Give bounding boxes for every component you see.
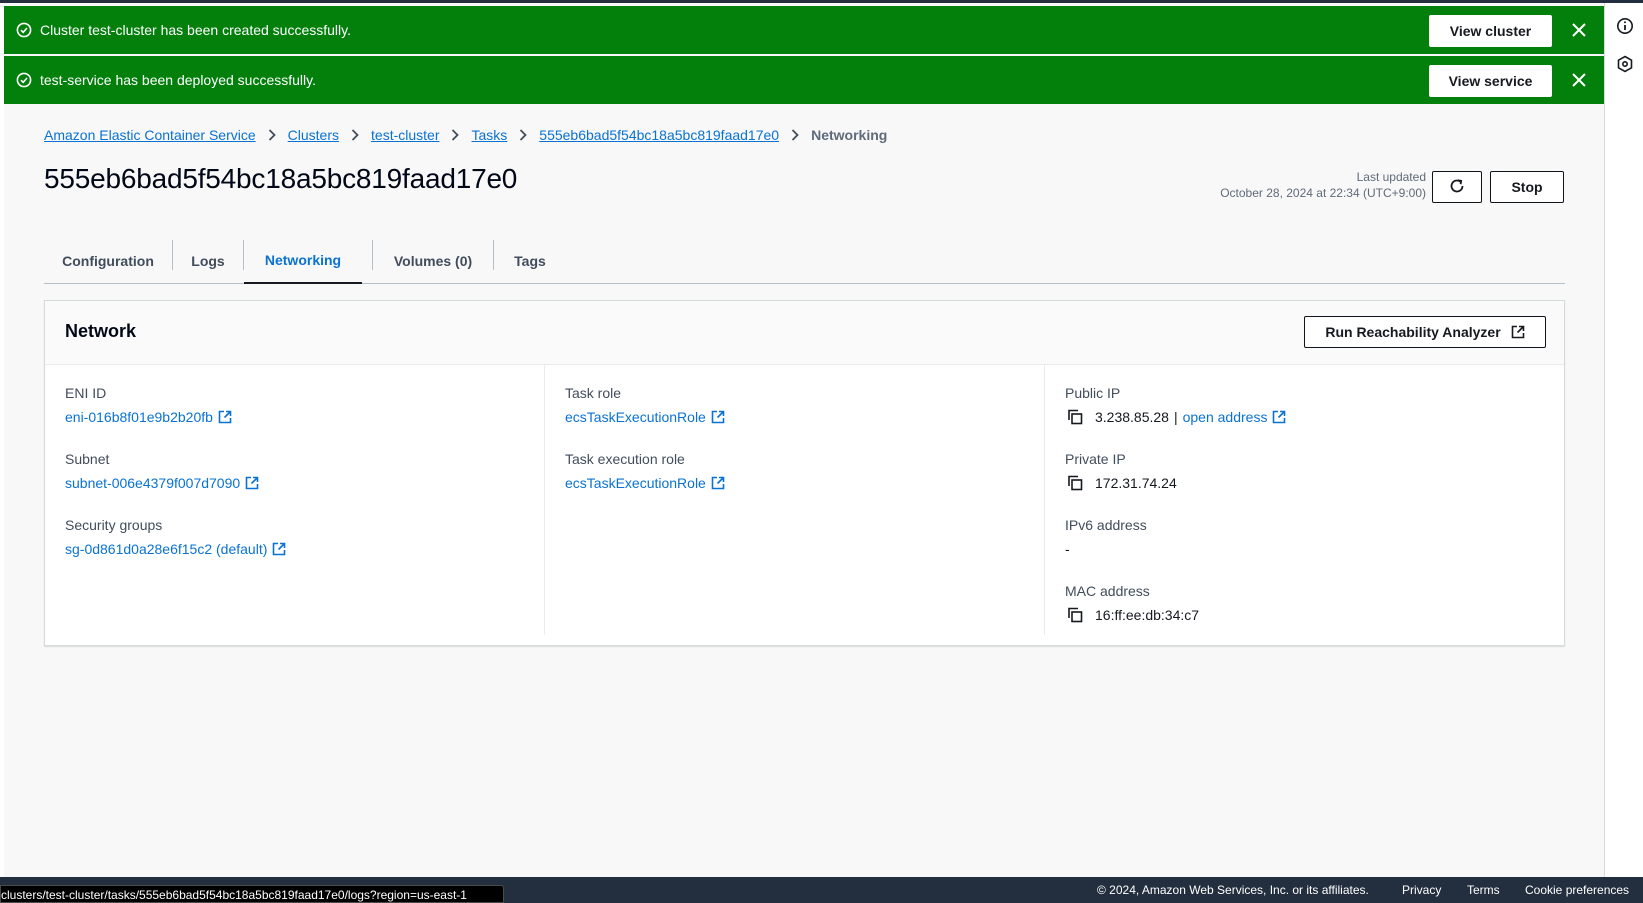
subnet-field: Subnet subnet-006e4379f007d7090 xyxy=(65,449,259,493)
terms-link[interactable]: Terms xyxy=(1467,883,1500,897)
breadcrumb-current: Networking xyxy=(811,127,888,143)
breadcrumb-task-id[interactable]: 555eb6bad5f54bc18a5bc819faad17e0 xyxy=(539,127,779,143)
open-address-link[interactable]: open address xyxy=(1183,407,1268,427)
analyzer-label: Run Reachability Analyzer xyxy=(1325,324,1501,340)
container-header: Network Run Reachability Analyzer xyxy=(45,301,1564,365)
ipv6-value: - xyxy=(1065,541,1070,557)
tab-configuration[interactable]: Configuration xyxy=(44,238,172,283)
mac-address-field: MAC address 16:ff:ee:db:34:c7 xyxy=(1065,581,1199,625)
copy-icon[interactable] xyxy=(1067,475,1083,491)
flash-message: test-service has been deployed successfu… xyxy=(40,72,316,88)
chevron-right-icon xyxy=(451,129,460,141)
separator: | xyxy=(1173,409,1178,425)
external-link-icon[interactable] xyxy=(245,476,259,490)
refresh-button[interactable] xyxy=(1432,171,1482,203)
private-ip-field: Private IP 172.31.74.24 xyxy=(1065,449,1177,493)
subnet-link[interactable]: subnet-006e4379f007d7090 xyxy=(65,473,240,493)
refresh-icon xyxy=(1448,177,1466,198)
copy-icon[interactable] xyxy=(1067,409,1083,425)
security-groups-field: Security groups sg-0d861d0a28e6f15c2 (de… xyxy=(65,515,286,559)
column-divider xyxy=(1044,365,1045,635)
browser-status-url: clusters/test-cluster/tasks/555eb6bad5f5… xyxy=(0,885,504,903)
privacy-link[interactable]: Privacy xyxy=(1402,883,1441,897)
task-execution-role-field: Task execution role ecsTaskExecutionRole xyxy=(565,449,725,493)
chevron-right-icon xyxy=(268,129,276,141)
last-updated-value: October 28, 2024 at 22:34 (UTC+9:00) xyxy=(1220,186,1426,200)
copyright: © 2024, Amazon Web Services, Inc. or its… xyxy=(1097,883,1369,897)
last-updated-label: Last updated xyxy=(1356,170,1426,184)
view-service-button[interactable]: View service xyxy=(1429,65,1552,97)
breadcrumb-test-cluster[interactable]: test-cluster xyxy=(371,127,439,143)
last-updated: Last updated October 28, 2024 at 22:34 (… xyxy=(1164,169,1426,201)
cookie-preferences-link[interactable]: Cookie preferences xyxy=(1525,883,1629,897)
tab-logs[interactable]: Logs xyxy=(173,238,243,283)
page-title: 555eb6bad5f54bc18a5bc819faad17e0 xyxy=(44,163,518,194)
security-groups-label: Security groups xyxy=(65,517,163,533)
tab-volumes[interactable]: Volumes (0) xyxy=(373,238,493,283)
external-link-icon[interactable] xyxy=(272,542,286,556)
tab-networking[interactable]: Networking xyxy=(244,238,362,284)
success-check-icon xyxy=(16,72,32,88)
task-role-field: Task role ecsTaskExecutionRole xyxy=(565,383,725,427)
chevron-right-icon xyxy=(791,129,799,141)
chevron-right-icon xyxy=(351,129,359,141)
main-content: Cluster test-cluster has been created su… xyxy=(4,3,1604,877)
subnet-label: Subnet xyxy=(65,451,110,467)
close-icon[interactable] xyxy=(1570,71,1588,89)
eni-id-field: ENI ID eni-016b8f01e9b2b20fb xyxy=(65,383,232,427)
ipv6-label: IPv6 address xyxy=(1065,517,1147,533)
right-utility-rail xyxy=(1604,3,1643,877)
external-link-icon[interactable] xyxy=(1272,410,1286,424)
stop-button[interactable]: Stop xyxy=(1490,171,1564,203)
network-container: Network Run Reachability Analyzer ENI ID… xyxy=(44,300,1565,646)
eni-id-label: ENI ID xyxy=(65,385,107,401)
network-title: Network xyxy=(65,321,137,341)
public-ip-label: Public IP xyxy=(1065,385,1121,401)
breadcrumb: Amazon Elastic Container Service Cluster… xyxy=(44,125,887,145)
eni-id-link[interactable]: eni-016b8f01e9b2b20fb xyxy=(65,407,213,427)
flash-message: Cluster test-cluster has been created su… xyxy=(40,22,351,38)
external-link-icon xyxy=(1511,325,1525,339)
flash-service-deployed: test-service has been deployed successfu… xyxy=(4,56,1604,104)
hexagon-help-icon[interactable] xyxy=(1615,54,1635,74)
breadcrumb-tasks[interactable]: Tasks xyxy=(471,127,507,143)
view-cluster-button[interactable]: View cluster xyxy=(1429,15,1552,47)
info-icon[interactable] xyxy=(1615,16,1635,36)
chevron-right-icon xyxy=(519,129,528,141)
mac-address-value: 16:ff:ee:db:34:c7 xyxy=(1095,607,1200,623)
close-icon[interactable] xyxy=(1570,21,1588,39)
external-link-icon[interactable] xyxy=(711,410,725,424)
success-check-icon xyxy=(16,22,32,38)
private-ip-label: Private IP xyxy=(1065,451,1126,467)
security-group-link[interactable]: sg-0d861d0a28e6f15c2 (default) xyxy=(65,539,267,559)
run-reachability-analyzer-button[interactable]: Run Reachability Analyzer xyxy=(1304,316,1546,348)
task-execution-role-label: Task execution role xyxy=(565,451,685,467)
external-link-icon[interactable] xyxy=(711,476,725,490)
tab-list: Configuration Logs Networking Volumes (0… xyxy=(44,238,1565,284)
flash-cluster-created: Cluster test-cluster has been created su… xyxy=(4,6,1604,54)
private-ip-value: 172.31.74.24 xyxy=(1095,475,1177,491)
external-link-icon[interactable] xyxy=(218,410,232,424)
column-divider xyxy=(544,365,545,635)
public-ip-field: Public IP 3.238.85.28 | open address xyxy=(1065,383,1286,427)
public-ip-value: 3.238.85.28 xyxy=(1095,409,1169,425)
mac-address-label: MAC address xyxy=(1065,583,1150,599)
breadcrumb-ecs[interactable]: Amazon Elastic Container Service xyxy=(44,127,256,143)
tab-tags[interactable]: Tags xyxy=(494,238,566,283)
task-execution-role-link[interactable]: ecsTaskExecutionRole xyxy=(565,473,706,493)
breadcrumb-clusters[interactable]: Clusters xyxy=(288,127,339,143)
copy-icon[interactable] xyxy=(1067,607,1083,623)
ipv6-field: IPv6 address - xyxy=(1065,515,1147,559)
task-role-link[interactable]: ecsTaskExecutionRole xyxy=(565,407,706,427)
task-role-label: Task role xyxy=(565,385,622,401)
